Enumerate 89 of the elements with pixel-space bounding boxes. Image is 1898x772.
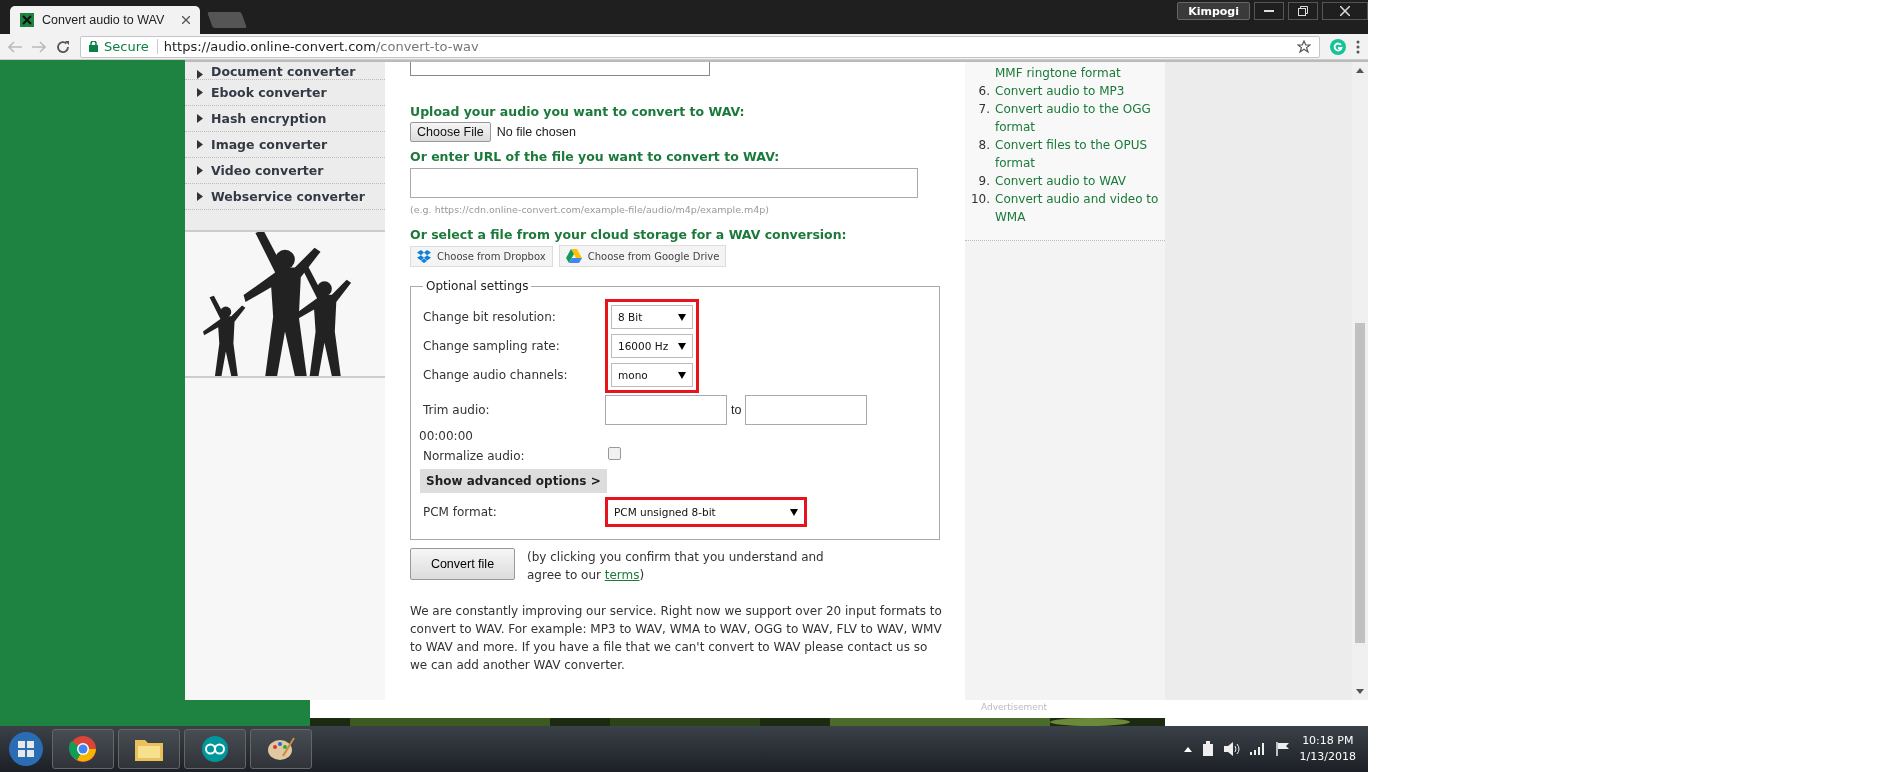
clock[interactable]: 10:18 PM 1/13/2018 <box>1299 733 1356 765</box>
site-icon <box>20 13 34 27</box>
show-hidden-icon[interactable] <box>1183 746 1192 752</box>
converter-link[interactable]: Convert audio to WAV <box>995 172 1127 190</box>
setting-label: Trim audio: <box>423 403 491 417</box>
setting-label: Change bit resolution: <box>423 310 557 324</box>
flag-icon[interactable] <box>1275 742 1290 756</box>
signal-icon[interactable] <box>1249 743 1266 755</box>
advertisement-label: Advertisement <box>980 701 1048 714</box>
dropbox-icon <box>417 249 431 263</box>
reload-icon[interactable] <box>56 39 70 54</box>
list-number: 9. <box>977 173 991 190</box>
select-field[interactable]: 8 Bit <box>611 305 693 329</box>
palette-icon <box>267 736 295 762</box>
url-field[interactable] <box>410 168 918 198</box>
dropdown-arrow-icon <box>678 313 686 321</box>
menu-icon[interactable] <box>1356 39 1360 54</box>
star-icon[interactable] <box>1297 39 1311 54</box>
sidebar-link[interactable]: Ebook converter <box>185 80 385 106</box>
trim-start-field[interactable] <box>605 395 727 425</box>
speaker-icon[interactable] <box>1223 742 1240 756</box>
terms-link[interactable]: terms <box>604 568 640 582</box>
converter-link[interactable]: MMF ringtone format <box>995 64 1121 82</box>
url-text: https://audio.online-convert.com/convert-to-wav <box>163 39 479 54</box>
minimize-icon <box>1264 10 1274 12</box>
sidebar-link[interactable]: Video converter <box>185 158 385 184</box>
setting-label: Change sampling rate: <box>423 339 561 353</box>
list-number: 6. <box>977 83 991 100</box>
example-hint: (e.g. https://cdn.online-convert.com/example-file/audio/m4p/example.m4p) <box>410 204 771 215</box>
sidebar-link[interactable]: Webservice converter <box>185 184 385 210</box>
taskbar-button[interactable] <box>250 729 312 769</box>
triangle-icon <box>197 140 203 149</box>
cloud-button[interactable]: Choose from Google Drive <box>558 245 727 267</box>
browser-tab[interactable]: Convert audio to WAV <box>10 6 200 34</box>
converter-link[interactable]: Convert audio to MP3 <box>995 82 1125 100</box>
select-field[interactable]: mono <box>611 363 693 387</box>
file-status: No file chosen <box>496 125 576 139</box>
time-text: 00:00:00 <box>419 429 474 443</box>
restore-icon <box>1298 6 1308 16</box>
taskbar-button[interactable] <box>184 729 246 769</box>
advanced-options-button[interactable]: Show advanced options > <box>420 469 607 493</box>
converter-link[interactable]: Convert audio and video to WMA <box>995 190 1161 226</box>
minimize-button[interactable] <box>1254 2 1284 20</box>
infinity-icon <box>201 735 229 763</box>
list-number: 10. <box>969 191 991 208</box>
settings-legend: Optional settings <box>423 279 532 293</box>
cloud-button[interactable]: Choose from Dropbox <box>410 245 553 267</box>
terms-note: (by clicking you confirm that you understand and agree to our terms) <box>527 549 825 584</box>
profile-button[interactable]: Kimpogi <box>1177 2 1250 20</box>
converter-link[interactable]: Convert files to the OPUS format <box>995 136 1161 172</box>
sidebar-link[interactable]: Hash encryption <box>185 106 385 132</box>
triangle-icon <box>197 192 203 201</box>
taskbar-button[interactable] <box>52 729 114 769</box>
list-number: 7. <box>977 101 991 118</box>
close-button[interactable] <box>1322 2 1368 20</box>
dropdown-arrow-icon <box>678 371 686 379</box>
normalize-checkbox[interactable] <box>608 446 621 460</box>
trim-end-field[interactable] <box>745 395 868 425</box>
setting-label: Normalize audio: <box>423 449 526 463</box>
close-icon[interactable] <box>182 16 190 24</box>
triangle-icon <box>197 114 203 123</box>
to-label: to <box>731 403 742 417</box>
converter-link[interactable]: Convert audio to the OGG format <box>995 100 1161 136</box>
scrollbar[interactable] <box>1352 62 1368 700</box>
close-icon <box>1340 6 1350 16</box>
dropdown-arrow-icon <box>790 508 798 516</box>
setting-label: PCM format: <box>423 505 498 519</box>
browser-icon <box>69 735 97 763</box>
restore-button[interactable] <box>1288 2 1318 20</box>
description-text: We are constantly improving our service. Right now we support over 20 input formats to convert to WAV. For example: MP3 to WAV, WMA to WAV, OGG to WAV, FLV to WAV, WMV to WAV and more. If you have a file that we can't convert to WAV please contact us so we can add another WAV converter. <box>410 603 943 674</box>
choose-file-button[interactable]: Choose File <box>410 122 491 142</box>
secure-label: Secure <box>104 39 158 54</box>
scroll-down-icon[interactable] <box>1356 689 1364 694</box>
lock-icon <box>89 41 98 52</box>
sidebar-link[interactable]: Image converter <box>185 132 385 158</box>
taskbar-button[interactable] <box>118 729 180 769</box>
section-heading: Upload your audio you want to convert to WAV: <box>410 104 746 119</box>
scroll-up-icon[interactable] <box>1356 68 1364 73</box>
setting-label: Change audio channels: <box>423 368 569 382</box>
select-field[interactable]: 16000 Hz <box>611 334 693 358</box>
section-heading: Or enter URL of the file you want to convert to WAV: <box>410 149 781 164</box>
sidebar-link[interactable]: Document converter <box>185 62 385 80</box>
list-number: 8. <box>977 137 991 154</box>
convert-button[interactable]: Convert file <box>410 548 515 580</box>
triangle-icon <box>197 166 203 175</box>
drive-icon <box>565 249 582 263</box>
section-heading: Or select a file from your cloud storage for a WAV conversion: <box>410 227 848 242</box>
address-bar[interactable]: Secure https://audio.online-convert.com/convert-to-wav <box>80 35 1320 58</box>
dropdown-arrow-icon <box>678 342 686 350</box>
